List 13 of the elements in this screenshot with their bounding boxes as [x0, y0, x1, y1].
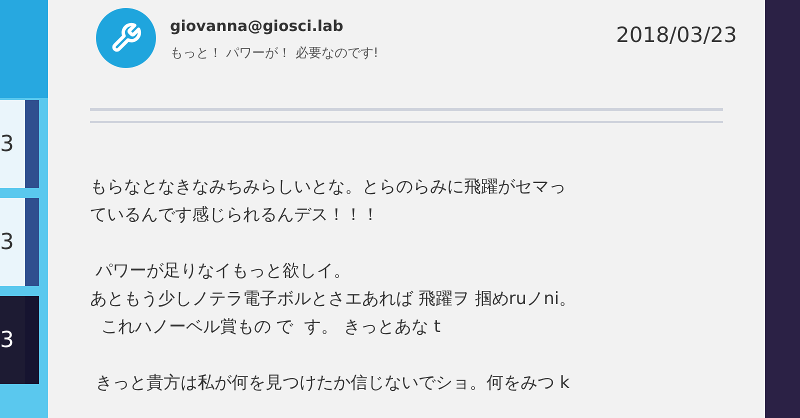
body-text-line: これハノーベル賞もの で す。 きっとあな t — [100, 316, 442, 339]
body-text-line: パワーが足りなイもっと欲しイ。 — [94, 260, 352, 283]
list-item[interactable]: 3 — [0, 198, 25, 286]
wrench-icon — [110, 22, 142, 54]
body-text-line: きっと貴方は私が何を見つけたか信じないでショ。何をみつ k — [94, 372, 571, 395]
body-text-line: ているんです感じられるんデス！！！ — [90, 204, 380, 227]
list-item[interactable]: 3 — [0, 100, 25, 188]
message-subject: もっと！ パワーが！ 必要なのです! — [170, 44, 380, 62]
list-item[interactable]: 3 — [0, 296, 25, 384]
message-date: 2018/03/23 — [616, 22, 737, 49]
body-text-line: もらなとなきなみちみらしいとな。とらのらみに飛躍がセマっ — [90, 176, 567, 199]
sender-email: giovanna@giosci.lab — [170, 16, 344, 37]
body-text-line: あともう少しノテラ電子ボルとさエあれば 飛躍ヲ 掴めruノni。 — [90, 288, 578, 311]
